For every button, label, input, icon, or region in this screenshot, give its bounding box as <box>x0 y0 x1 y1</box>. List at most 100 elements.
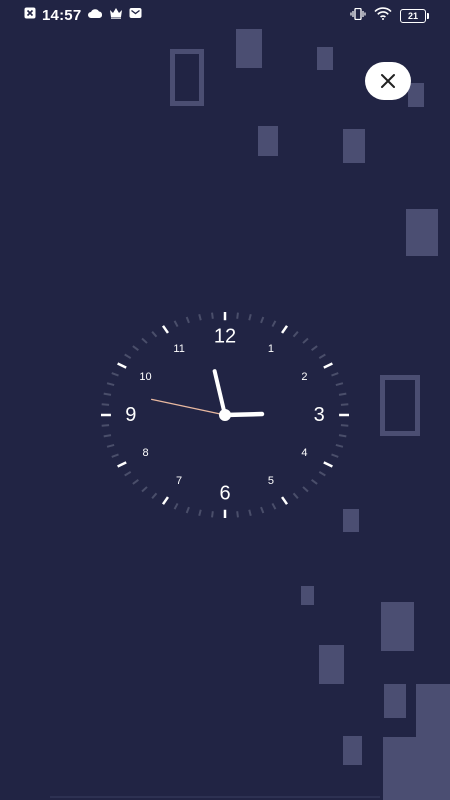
deco-block <box>301 586 314 605</box>
cloud-icon <box>87 6 103 24</box>
deco-block <box>236 29 262 68</box>
close-button[interactable] <box>365 62 411 100</box>
hour-tick <box>117 362 127 369</box>
deco-block <box>383 737 423 800</box>
clock-numeral: 8 <box>142 447 148 459</box>
minute-tick <box>141 486 148 493</box>
analog-clock: 123456789101112 <box>101 312 349 518</box>
minute-tick <box>292 492 299 499</box>
clock-numeral: 7 <box>176 475 182 487</box>
minute-tick <box>292 331 299 338</box>
minute-tick <box>302 486 309 493</box>
clock-center-pin <box>219 409 231 421</box>
minute-tick <box>331 372 339 377</box>
deco-block <box>384 684 406 718</box>
minute-tick <box>302 337 309 344</box>
hour-tick <box>281 325 289 334</box>
minute-tick <box>103 434 112 438</box>
minute-tick <box>338 434 347 438</box>
minute-tick <box>236 511 239 518</box>
navigation-strip <box>50 796 380 798</box>
minute-tick <box>101 424 110 427</box>
minute-tick <box>335 443 344 448</box>
clock-numeral: 4 <box>301 447 307 459</box>
minute-tick <box>141 337 148 344</box>
minute-tick <box>271 502 277 510</box>
clock-numeral: 6 <box>219 482 230 504</box>
hour-tick <box>117 461 127 468</box>
minute-tick <box>248 314 252 321</box>
minute-tick <box>260 316 265 324</box>
minute-tick <box>236 312 239 319</box>
clock-numeral: 2 <box>301 371 307 383</box>
deco-block <box>319 645 344 684</box>
minute-tick <box>331 453 339 458</box>
minute-tick <box>318 353 326 359</box>
vibrate-icon <box>350 7 366 25</box>
deco-frame <box>170 49 204 106</box>
hour-tick <box>323 362 333 369</box>
minute-tick <box>260 506 265 514</box>
minute-tick <box>151 492 158 499</box>
deco-block <box>258 126 278 156</box>
minute-tick <box>248 509 252 516</box>
minute-tick <box>101 403 110 406</box>
minute-tick <box>173 320 179 328</box>
status-right: 21 <box>350 7 429 25</box>
minute-tick <box>111 372 119 377</box>
deco-block <box>343 129 365 163</box>
minute-tick <box>124 471 132 477</box>
minute-tick <box>185 316 190 324</box>
minute-tick <box>185 506 190 514</box>
deco-block <box>381 602 414 651</box>
crown-icon <box>109 6 123 24</box>
minute-tick <box>198 509 202 516</box>
clock-numeral: 3 <box>314 404 325 426</box>
minute-tick <box>340 403 349 406</box>
minute-tick <box>124 353 132 359</box>
minute-tick <box>340 424 349 427</box>
clock-numeral: 11 <box>173 343 184 355</box>
minute-tick <box>198 314 202 321</box>
deco-frame <box>380 375 420 436</box>
deco-block <box>317 47 333 70</box>
clock-numeral: 9 <box>125 404 136 426</box>
second-hand <box>150 398 226 416</box>
wifi-icon <box>374 7 392 25</box>
status-left: 14:57 <box>24 6 142 24</box>
minute-tick <box>132 345 139 352</box>
minute-tick <box>103 392 112 396</box>
hour-tick <box>161 496 169 505</box>
deco-block <box>408 83 424 107</box>
minute-tick <box>151 331 158 338</box>
clock-numeral: 5 <box>268 475 274 487</box>
status-time: 14:57 <box>42 6 82 24</box>
hour-hand <box>212 369 227 417</box>
minute-tick <box>106 443 115 448</box>
close-icon <box>381 74 395 88</box>
sim-off-icon <box>24 6 36 24</box>
hour-tick <box>161 325 169 334</box>
deco-block <box>343 736 362 765</box>
clock-numeral: 1 <box>268 343 274 355</box>
minute-tick <box>173 502 179 510</box>
minute-tick <box>338 392 347 396</box>
hour-tick <box>323 461 333 468</box>
minute-tick <box>211 312 214 319</box>
minute-tick <box>111 453 119 458</box>
clock-numeral: 10 <box>139 371 151 383</box>
clock-numeral: 12 <box>214 326 236 348</box>
hour-tick <box>281 496 289 505</box>
minute-tick <box>106 382 115 387</box>
minute-tick <box>318 471 326 477</box>
deco-block <box>406 209 438 256</box>
minute-tick <box>335 382 344 387</box>
minute-tick <box>311 478 318 485</box>
status-bar: 14:57 21 <box>0 0 450 30</box>
minute-tick <box>211 511 214 518</box>
minute-tick <box>132 478 139 485</box>
minute-tick <box>271 320 277 328</box>
minute-tick <box>311 345 318 352</box>
battery-icon: 21 <box>400 9 429 23</box>
mail-icon <box>129 6 142 24</box>
